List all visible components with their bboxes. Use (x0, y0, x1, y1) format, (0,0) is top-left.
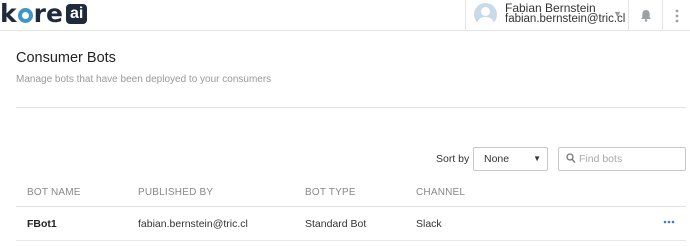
column-header-bot-type[interactable]: BOT TYPE (305, 187, 356, 198)
search-box[interactable] (558, 147, 686, 171)
page-title: Consumer Bots (16, 50, 116, 66)
user-menu[interactable]: Fabian Bernstein fabian.bernstein@tric.c… (465, 0, 628, 31)
divider (16, 107, 686, 108)
cell-bot-name[interactable]: FBot1 (27, 218, 57, 230)
sort-select[interactable]: None ▼ (473, 147, 548, 171)
logo-badge: ai (65, 4, 88, 24)
logo-wordmark: k re (0, 0, 63, 28)
kore-ai-logo[interactable]: k re ai (0, 0, 88, 28)
notifications-button[interactable] (628, 0, 662, 31)
top-bar: k re ai Fabian Bernstein fabian.bernstein@… (0, 0, 690, 31)
row-more-options-button[interactable] (663, 214, 675, 226)
more-vertical-icon (675, 9, 678, 22)
caret-down-icon: ▼ (533, 154, 541, 163)
bell-icon (640, 10, 651, 22)
column-header-published-by[interactable]: PUBLISHED BY (138, 187, 213, 198)
more-options-button[interactable] (662, 0, 690, 31)
cell-bot-type: Standard Bot (305, 218, 367, 230)
cell-published-by: fabian.bernstein@tric.cl (138, 218, 248, 230)
column-header-channel[interactable]: CHANNEL (416, 187, 465, 198)
page-subtitle: Manage bots that have been deployed to y… (16, 74, 272, 85)
sort-select-value: None (484, 153, 510, 165)
search-icon (566, 153, 576, 164)
column-header-bot-name[interactable]: BOT NAME (27, 187, 81, 198)
user-email: fabian.bernstein@tric.cl (505, 13, 626, 25)
cell-channel: Slack (416, 218, 442, 230)
more-horizontal-icon (663, 220, 675, 224)
search-input[interactable] (579, 151, 679, 167)
chevron-down-icon[interactable]: ▼ (613, 9, 622, 19)
sort-label: Sort by (436, 153, 470, 165)
avatar (474, 3, 497, 26)
